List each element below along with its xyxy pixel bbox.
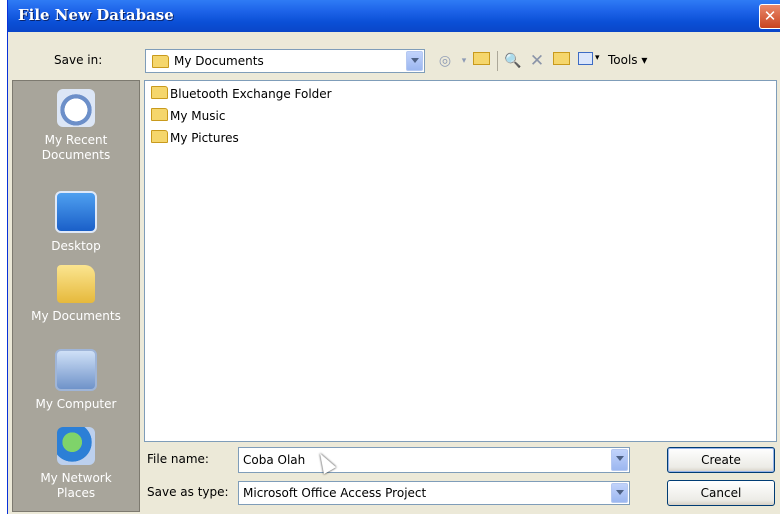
back-dropdown-icon[interactable]: ▾ [455, 52, 473, 70]
views-icon[interactable] [576, 52, 594, 70]
chevron-down-icon[interactable] [611, 449, 628, 471]
desktop-icon [55, 191, 97, 233]
place-my-recent-documents[interactable]: My Recent Documents [13, 89, 139, 163]
new-folder-icon[interactable] [552, 52, 570, 70]
file-name-label: My Music [170, 109, 226, 123]
place-my-documents[interactable]: My Documents [13, 265, 139, 324]
file-name-label: File name: [147, 452, 209, 466]
list-item[interactable]: My Pictures [151, 130, 239, 148]
folder-icon [151, 86, 168, 99]
my-computer-icon [55, 349, 97, 391]
my-documents-icon [152, 55, 169, 68]
places-bar: My Recent Documents Desktop My Documents… [12, 80, 140, 512]
save-as-type-dropdown[interactable]: Microsoft Office Access Project [238, 481, 630, 505]
network-places-icon [57, 427, 95, 465]
search-web-icon[interactable]: 🔍 [504, 52, 522, 70]
save-in-label: Save in: [54, 53, 103, 67]
place-desktop[interactable]: Desktop [13, 191, 139, 254]
save-in-dropdown[interactable]: My Documents [145, 49, 425, 73]
close-button[interactable]: ✕ [759, 4, 780, 29]
place-label: My Computer [35, 397, 117, 411]
save-as-type-label: Save as type: [147, 485, 229, 499]
recent-documents-icon [57, 89, 95, 127]
place-label: My Recent Documents [41, 133, 111, 162]
create-button[interactable]: Create [667, 447, 775, 473]
chevron-down-icon[interactable] [406, 51, 423, 71]
cancel-button[interactable]: Cancel [667, 480, 775, 506]
chevron-down-icon[interactable] [611, 483, 628, 503]
file-name-label: My Pictures [170, 131, 239, 145]
place-label: My Network Places [40, 471, 112, 500]
tools-menu[interactable]: Tools ▾ [608, 53, 647, 67]
pictures-folder-icon [151, 130, 168, 143]
delete-icon[interactable]: ✕ [528, 52, 546, 70]
place-label: Desktop [51, 239, 101, 253]
back-icon[interactable]: ◎ [436, 52, 454, 70]
place-label: My Documents [31, 309, 121, 323]
title-bar[interactable]: File New Database ✕ [8, 0, 780, 32]
views-dropdown-icon[interactable]: ▾ [595, 53, 600, 63]
file-name-label: Bluetooth Exchange Folder [170, 87, 332, 101]
list-item[interactable]: Bluetooth Exchange Folder [151, 86, 332, 104]
up-one-level-icon[interactable] [472, 52, 490, 70]
close-icon: ✕ [763, 7, 777, 25]
place-my-computer[interactable]: My Computer [13, 349, 139, 412]
dialog-title: File New Database [18, 6, 174, 24]
file-list[interactable]: Bluetooth Exchange Folder My Music My Pi… [144, 80, 777, 442]
toolbar-separator [497, 51, 498, 71]
file-new-database-dialog: File New Database ✕ Save in: My Document… [7, 0, 780, 514]
file-name-input[interactable]: Coba Olah [238, 447, 630, 473]
save-as-type-value: Microsoft Office Access Project [243, 486, 427, 500]
my-documents-folder-icon [57, 265, 95, 303]
music-folder-icon [151, 108, 168, 121]
list-item[interactable]: My Music [151, 108, 225, 126]
file-name-value: Coba Olah [243, 453, 306, 467]
place-my-network-places[interactable]: My Network Places [13, 427, 139, 501]
save-in-value: My Documents [174, 54, 264, 68]
